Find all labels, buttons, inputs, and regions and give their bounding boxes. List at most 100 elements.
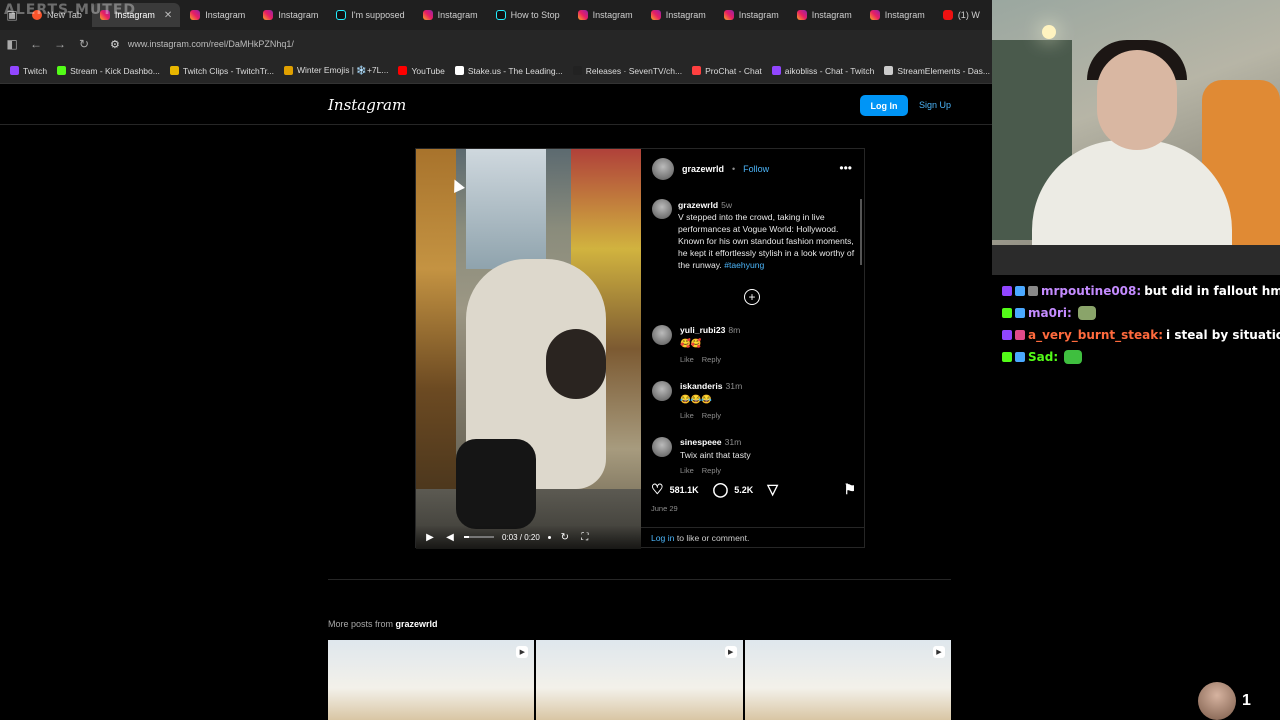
comment-text: 😂😂😂 — [680, 394, 713, 404]
bookmark-item[interactable]: Winter Emojis | ❄️+7L... — [280, 65, 392, 76]
bookmark-item[interactable]: YouTube — [394, 66, 448, 76]
back-arrow-icon[interactable]: ← — [24, 32, 48, 56]
bookmark-icon[interactable]: ⚑ — [843, 481, 856, 498]
instagram-icon — [422, 10, 433, 20]
more-options-icon[interactable]: ••• — [839, 161, 852, 175]
browser-tab[interactable]: Instagram — [182, 3, 253, 27]
author-username[interactable]: grazewrld — [682, 164, 724, 174]
chat-badge-icon — [1028, 286, 1038, 296]
chat-username[interactable]: ma0ri: — [1028, 302, 1072, 324]
follow-button[interactable]: Follow — [743, 164, 769, 174]
bookmark-label: StreamElements - Das... — [897, 65, 990, 76]
bookmark-label: Stake.us - The Leading... — [467, 65, 563, 76]
bookmarks-bar: Twitch Stream - Kick Dashbo... Twitch Clip… — [0, 58, 992, 84]
bookmark-item[interactable]: Stream - Kick Dashbo... — [53, 66, 164, 76]
bookmark-item[interactable]: Twitch Clips - TwitchTr... — [166, 66, 278, 76]
bookmark-item[interactable]: ProChat - Chat — [688, 66, 766, 76]
url-field[interactable]: ⚙ www.instagram.com/reel/DaMHkPZNhq1/ — [110, 33, 910, 55]
caption-username[interactable]: grazewrld — [678, 200, 718, 210]
share-icon[interactable]: ▽ — [767, 481, 778, 498]
more-posts-prefix: More posts from — [328, 619, 394, 629]
chat-badge-icon — [1015, 286, 1025, 296]
bookmark-label: Releases · SevenTV/ch... — [585, 65, 683, 76]
signup-link[interactable]: Sign Up — [919, 100, 951, 110]
browser-tab[interactable]: Instagram — [789, 3, 860, 27]
instagram-icon — [869, 10, 880, 20]
commenter-avatar[interactable] — [652, 381, 672, 401]
instagram-header: Instagram Log In Sign Up — [0, 84, 992, 125]
browser-tab[interactable]: Instagram — [716, 3, 787, 27]
commenter-avatar[interactable] — [652, 437, 672, 457]
comment-like-link[interactable]: Like — [680, 411, 694, 420]
bookmark-favicon-icon — [398, 66, 408, 75]
post-thumbnail[interactable]: ▶ — [328, 640, 535, 720]
fullscreen-icon[interactable]: ⛶ — [579, 532, 591, 543]
bookmark-item[interactable]: Stake.us - The Leading... — [451, 66, 567, 76]
more-posts-heading: More posts from grazewrld — [328, 619, 438, 629]
bookmark-label: ProChat - Chat — [705, 65, 762, 76]
tab-label: Instagram — [205, 10, 246, 20]
chat-username[interactable]: Sad: — [1028, 346, 1058, 368]
author-avatar[interactable] — [652, 158, 674, 180]
load-more-comments-icon[interactable]: + — [744, 289, 760, 305]
bookmark-item[interactable]: aikobliss - Chat - Twitch — [768, 66, 879, 76]
comment-reply-link[interactable]: Reply — [702, 355, 721, 364]
browser-tab[interactable]: Instagram — [643, 3, 714, 27]
video-time: 0:03 / 0:20 — [502, 532, 540, 542]
bookmark-item[interactable]: Twitch — [6, 66, 51, 76]
bookmark-favicon-icon — [454, 66, 464, 75]
bookmark-item[interactable]: StreamElements - Das... — [880, 66, 992, 76]
site-settings-icon[interactable]: ⚙ — [110, 38, 120, 51]
chat-username[interactable]: mrpoutine008: — [1041, 280, 1141, 302]
comment-like-link[interactable]: Like — [680, 355, 694, 364]
bookmark-item[interactable]: Releases · SevenTV/ch... — [569, 66, 686, 76]
bookmark-label: Twitch Clips - TwitchTr... — [182, 65, 275, 76]
browser-tab[interactable]: Instagram — [570, 3, 641, 27]
instagram-logo[interactable]: Instagram — [328, 96, 406, 114]
webcam-streamer-head — [1097, 50, 1177, 150]
commenter-username[interactable]: iskanderis — [680, 381, 723, 391]
login-button[interactable]: Log In — [860, 95, 908, 116]
chat-badge-icon — [1002, 286, 1012, 296]
comment-reply-link[interactable]: Reply — [702, 411, 721, 420]
viewer-widget: 1 — [1198, 682, 1251, 720]
reel-post: ▶ ◀ 0:03 / 0:20 ↻ ⛶ grazewrld • Follow •… — [415, 148, 865, 549]
replay-icon[interactable]: ↻ — [559, 532, 571, 543]
browser-tab[interactable]: (1) W — [935, 3, 988, 27]
chat-username[interactable]: a_very_burnt_steak: — [1028, 324, 1163, 346]
caption-hashtag[interactable]: #taehyung — [724, 260, 764, 270]
browser-tab[interactable]: I'm supposed — [328, 3, 412, 27]
browser-tab[interactable]: How to Stop — [488, 3, 568, 27]
post-thumbnail[interactable]: ▶ — [744, 640, 951, 720]
caption-avatar[interactable] — [652, 199, 672, 219]
forward-arrow-icon[interactable]: → — [48, 32, 72, 56]
commenter-avatar[interactable] — [652, 325, 672, 345]
comments-scrollbar[interactable] — [860, 199, 862, 265]
video-person-head — [546, 329, 606, 399]
heart-icon[interactable]: ♡ — [651, 481, 664, 498]
commenter-username[interactable]: sinespeee — [680, 437, 722, 447]
bookmark-favicon-icon — [572, 66, 582, 75]
sidebar-toggle-icon[interactable]: ◧ — [0, 32, 24, 56]
browser-tab[interactable]: Instagram — [255, 3, 326, 27]
more-posts-user[interactable]: grazewrld — [396, 619, 438, 629]
volume-icon[interactable]: ◀ — [444, 532, 456, 543]
browser-tab[interactable]: Instagram — [415, 3, 486, 27]
tab-label: Instagram — [738, 10, 779, 20]
video-progress-bar[interactable] — [464, 536, 494, 538]
reel-video[interactable]: ▶ ◀ 0:03 / 0:20 ↻ ⛶ — [416, 149, 641, 549]
comment-reply-link[interactable]: Reply — [702, 466, 721, 475]
commenter-username[interactable]: yuli_rubi23 — [680, 325, 725, 335]
reel-icon: ▶ — [516, 646, 529, 658]
browser-tab[interactable]: Instagram — [862, 3, 933, 27]
play-icon[interactable]: ▶ — [424, 532, 436, 543]
login-link[interactable]: Log in — [651, 533, 674, 543]
reload-icon[interactable]: ↻ — [72, 32, 96, 56]
comment-icon[interactable]: ◯ — [713, 481, 729, 498]
comment-text: Twix aint that tasty — [680, 450, 751, 460]
post-thumbnail[interactable]: ▶ — [536, 640, 743, 720]
post-sidebar: grazewrld • Follow ••• grazewrld 5w V ste… — [641, 149, 864, 547]
comment-like-link[interactable]: Like — [680, 466, 694, 475]
close-tab-icon[interactable]: ✕ — [164, 10, 172, 21]
chat-badge-icon — [1002, 352, 1012, 362]
